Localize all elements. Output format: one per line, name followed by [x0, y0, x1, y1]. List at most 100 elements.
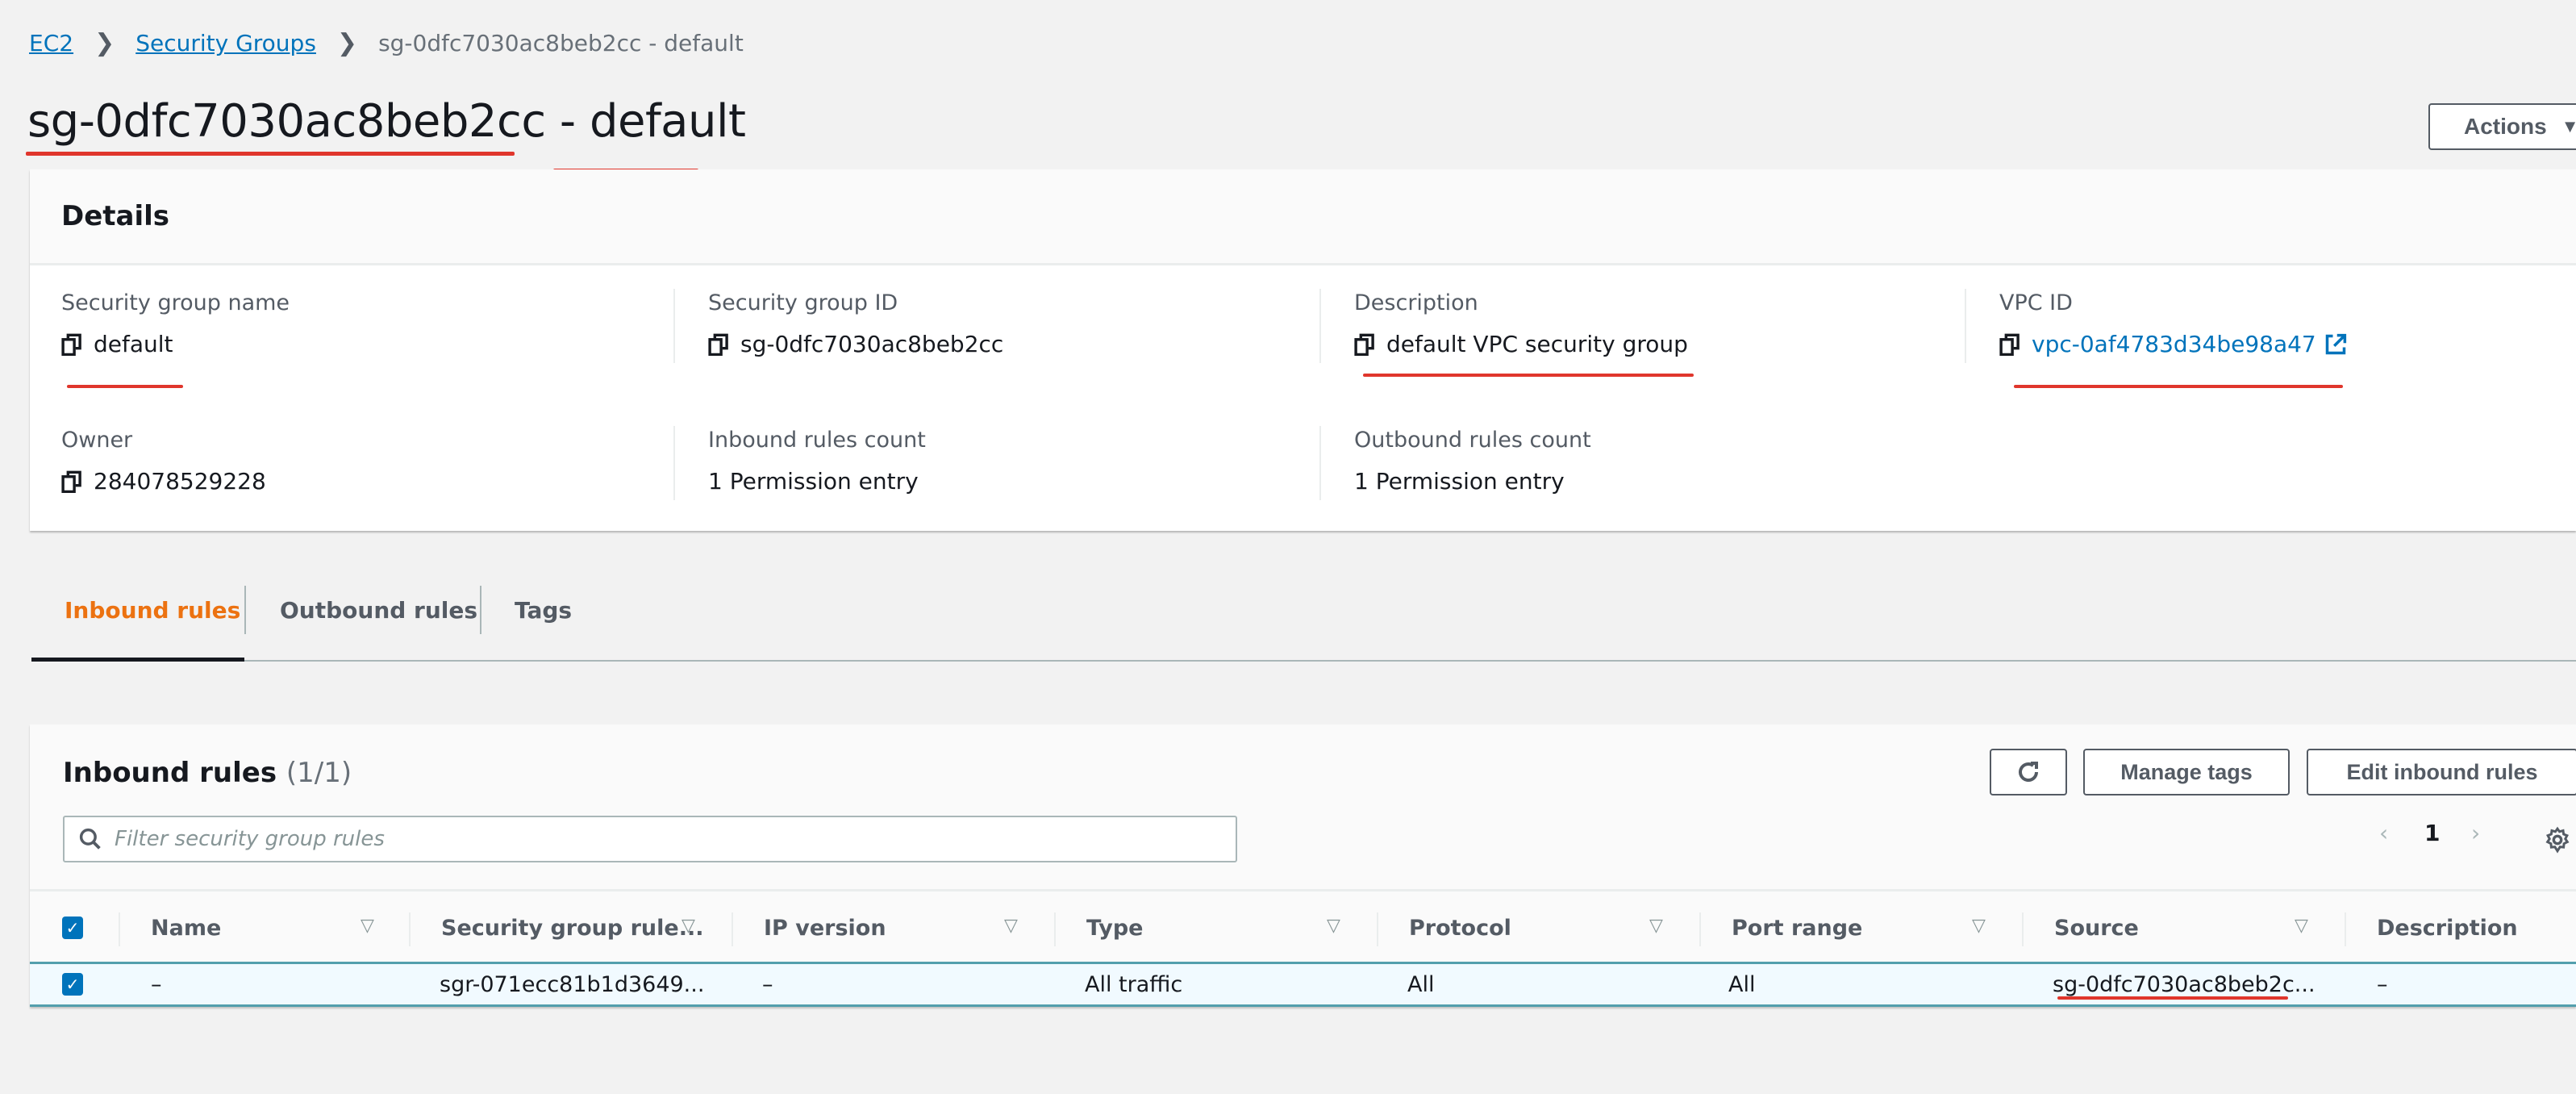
column-divider — [673, 289, 675, 363]
column-divider — [2022, 912, 2024, 946]
caret-down-icon: ▼ — [2561, 116, 2576, 136]
search-icon — [79, 828, 101, 850]
inbound-rules-count: (1/1) — [286, 757, 352, 789]
chevron-left-icon[interactable]: ‹ — [2379, 820, 2388, 846]
field-label-description: Description — [1354, 290, 1478, 315]
column-divider — [673, 426, 675, 500]
column-divider — [732, 912, 733, 946]
column-divider — [1699, 912, 1701, 946]
field-security-group-name: default — [61, 331, 173, 357]
column-divider — [119, 912, 120, 946]
column-header-description[interactable]: Description — [2377, 891, 2518, 964]
description-value: default VPC security group — [1386, 331, 1688, 357]
sort-icon[interactable]: ▽ — [1004, 916, 1018, 936]
breadcrumb: EC2 ❯ Security Groups ❯ sg-0dfc7030ac8be… — [29, 29, 744, 57]
copy-icon[interactable] — [1999, 333, 2020, 356]
sort-icon[interactable]: ▽ — [1972, 916, 1986, 936]
actions-button[interactable]: Actions ▼ — [2428, 103, 2576, 150]
column-header-type[interactable]: Type — [1086, 891, 1143, 964]
inbound-rules-heading: Inbound rules — [63, 757, 277, 789]
field-label-security-group-name: Security group name — [61, 290, 290, 315]
field-label-security-group-id: Security group ID — [708, 290, 898, 315]
breadcrumb-ec2-link[interactable]: EC2 — [29, 30, 73, 56]
sort-icon[interactable]: ▽ — [2295, 916, 2308, 936]
row-checkbox[interactable]: ✓ — [62, 973, 83, 996]
breadcrumb-security-groups-link[interactable]: Security Groups — [135, 30, 316, 56]
chevron-right-icon: ❯ — [336, 29, 358, 57]
tab-outbound-rules[interactable]: Outbound rules — [280, 597, 477, 624]
field-owner: 284078529228 — [61, 468, 266, 495]
column-divider — [2345, 912, 2346, 946]
manage-tags-button[interactable]: Manage tags — [2083, 749, 2290, 795]
sort-icon[interactable]: ▽ — [682, 916, 695, 936]
cell-type: All traffic — [1085, 971, 1183, 997]
page-title-name: default — [589, 95, 746, 148]
annotation-underline — [67, 385, 183, 388]
copy-icon[interactable] — [61, 470, 82, 493]
refresh-button[interactable] — [1990, 749, 2067, 795]
cell-description: – — [2377, 971, 2388, 997]
cell-ip-version: – — [762, 971, 773, 997]
security-group-name-value: default — [94, 331, 173, 357]
cell-port-range: All — [1728, 971, 1756, 997]
security-group-id-value: sg-0dfc7030ac8beb2cc — [740, 331, 1004, 357]
tab-tags[interactable]: Tags — [515, 597, 572, 624]
actions-label: Actions — [2464, 114, 2547, 139]
select-all-checkbox[interactable]: ✓ — [62, 917, 83, 939]
field-inbound-rules-count: 1 Permission entry — [708, 468, 919, 495]
filter-search-box[interactable] — [63, 816, 1237, 862]
column-header-security-group-rule[interactable]: Security group rule... — [441, 891, 703, 964]
settings-gear-icon[interactable] — [2544, 826, 2571, 854]
cell-security-group-rule-id: sgr-071ecc81b1d3649... — [440, 971, 705, 997]
column-divider — [1319, 426, 1321, 500]
field-security-group-id: sg-0dfc7030ac8beb2cc — [708, 331, 1003, 357]
filter-search-input[interactable] — [113, 826, 1236, 852]
field-label-outbound-rules-count: Outbound rules count — [1354, 428, 1591, 453]
annotation-underline — [2057, 996, 2288, 1000]
copy-icon[interactable] — [61, 333, 82, 356]
column-header-name[interactable]: Name — [151, 891, 221, 964]
annotation-underline — [1363, 374, 1694, 377]
tab-separator — [244, 586, 246, 634]
column-header-port-range[interactable]: Port range — [1732, 891, 1862, 964]
chevron-right-icon[interactable]: › — [2471, 820, 2480, 846]
edit-inbound-rules-button[interactable]: Edit inbound rules — [2307, 749, 2576, 795]
details-panel: Details Security group name default Secu… — [30, 169, 2576, 531]
field-label-owner: Owner — [61, 428, 133, 453]
annotation-underline — [26, 152, 515, 156]
cell-name: – — [151, 971, 162, 997]
column-header-protocol[interactable]: Protocol — [1409, 891, 1511, 964]
column-header-ip-version[interactable]: IP version — [764, 891, 886, 964]
page-number[interactable]: 1 — [2424, 820, 2440, 846]
field-label-inbound-rules-count: Inbound rules count — [708, 428, 926, 453]
table-header: ✓ Name ▽ Security group rule... ▽ IP ver… — [30, 889, 2576, 964]
breadcrumb-current: sg-0dfc7030ac8beb2cc - default — [378, 30, 744, 56]
cell-protocol: All — [1407, 971, 1435, 997]
tab-separator — [480, 586, 481, 634]
owner-value: 284078529228 — [94, 468, 266, 495]
table-row[interactable]: ✓ – sgr-071ecc81b1d3649... – All traffic… — [30, 962, 2576, 1007]
sort-icon[interactable]: ▽ — [361, 916, 374, 936]
inbound-rules-panel: Inbound rules (1/1) Manage tags Edit inb… — [30, 724, 2576, 1007]
tab-bar: Inbound rules Outbound rules Tags — [31, 586, 2576, 662]
page-title-separator: - — [545, 95, 590, 148]
column-divider — [1054, 912, 1056, 946]
column-divider — [409, 912, 411, 946]
sort-icon[interactable]: ▽ — [1649, 916, 1663, 936]
inbound-rules-title: Inbound rules (1/1) — [63, 757, 352, 789]
copy-icon[interactable] — [1354, 333, 1375, 356]
details-header: Details — [30, 169, 2576, 265]
active-tab-indicator — [31, 658, 244, 662]
tab-inbound-rules[interactable]: Inbound rules — [65, 597, 240, 624]
column-header-source[interactable]: Source — [2054, 891, 2139, 964]
external-link-icon[interactable] — [2324, 333, 2347, 356]
page-title: sg-0dfc7030ac8beb2cc - default — [27, 95, 746, 148]
column-divider — [1377, 912, 1378, 946]
details-title: Details — [61, 200, 170, 232]
copy-icon[interactable] — [708, 333, 729, 356]
field-outbound-rules-count: 1 Permission entry — [1354, 468, 1565, 495]
sort-icon[interactable]: ▽ — [1327, 916, 1340, 936]
vpc-id-link[interactable]: vpc-0af4783d34be98a47 — [2032, 331, 2316, 357]
column-divider — [1965, 289, 1966, 363]
annotation-underline — [2014, 385, 2343, 388]
